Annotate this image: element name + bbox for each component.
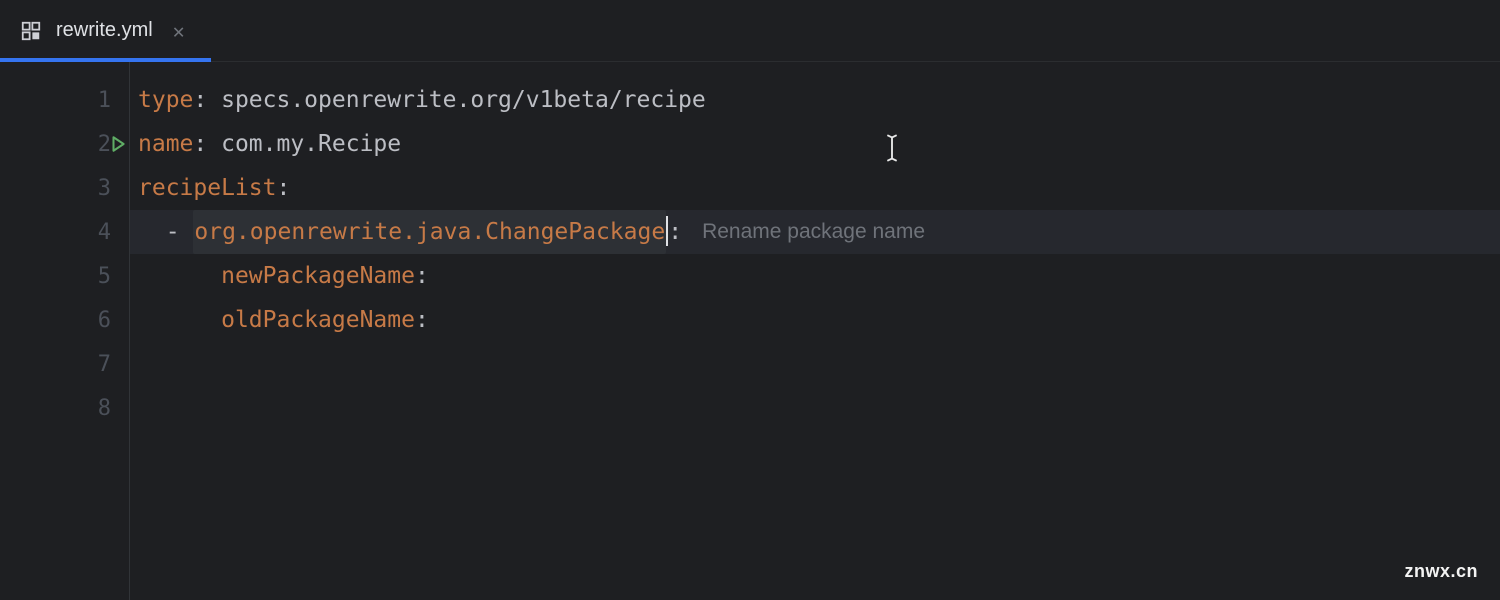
close-icon[interactable]: ✕ bbox=[167, 19, 191, 43]
tab-rewrite-yml[interactable]: rewrite.yml ✕ bbox=[0, 0, 211, 61]
tab-filename: rewrite.yml bbox=[56, 19, 153, 42]
code-line[interactable]: newPackageName: bbox=[130, 254, 1500, 298]
code-line[interactable] bbox=[130, 342, 1500, 386]
inline-hint: Rename package name bbox=[682, 210, 925, 254]
gutter-line[interactable]: 1 bbox=[0, 78, 129, 122]
gutter-line[interactable]: 5 bbox=[0, 254, 129, 298]
watermark: znwx.cn bbox=[1404, 561, 1478, 582]
code-line[interactable] bbox=[130, 386, 1500, 430]
gutter-line[interactable]: 6 bbox=[0, 298, 129, 342]
gutter-line[interactable]: 2 bbox=[0, 122, 129, 166]
code-line[interactable]: oldPackageName: bbox=[130, 298, 1500, 342]
run-icon[interactable] bbox=[109, 135, 127, 153]
code-line[interactable]: name: com.my.Recipe bbox=[130, 122, 1500, 166]
tab-bar: rewrite.yml ✕ bbox=[0, 0, 1500, 62]
recipe-class-name: org.openrewrite.java.ChangePackage bbox=[193, 210, 666, 254]
gutter: 1 2 3 4 5 6 7 8 bbox=[0, 62, 130, 600]
code-line[interactable]: recipeList: bbox=[130, 166, 1500, 210]
file-icon bbox=[20, 20, 42, 42]
editor[interactable]: 1 2 3 4 5 6 7 8 type: specs.openrewrite.… bbox=[0, 62, 1500, 600]
gutter-line[interactable]: 8 bbox=[0, 386, 129, 430]
gutter-line[interactable]: 7 bbox=[0, 342, 129, 386]
code-area[interactable]: type: specs.openrewrite.org/v1beta/recip… bbox=[130, 62, 1500, 600]
gutter-line[interactable]: 4 bbox=[0, 210, 129, 254]
code-line[interactable]: type: specs.openrewrite.org/v1beta/recip… bbox=[130, 78, 1500, 122]
gutter-line[interactable]: 3 bbox=[0, 166, 129, 210]
code-line-current[interactable]: - org.openrewrite.java.ChangePackage:Ren… bbox=[130, 210, 1500, 254]
